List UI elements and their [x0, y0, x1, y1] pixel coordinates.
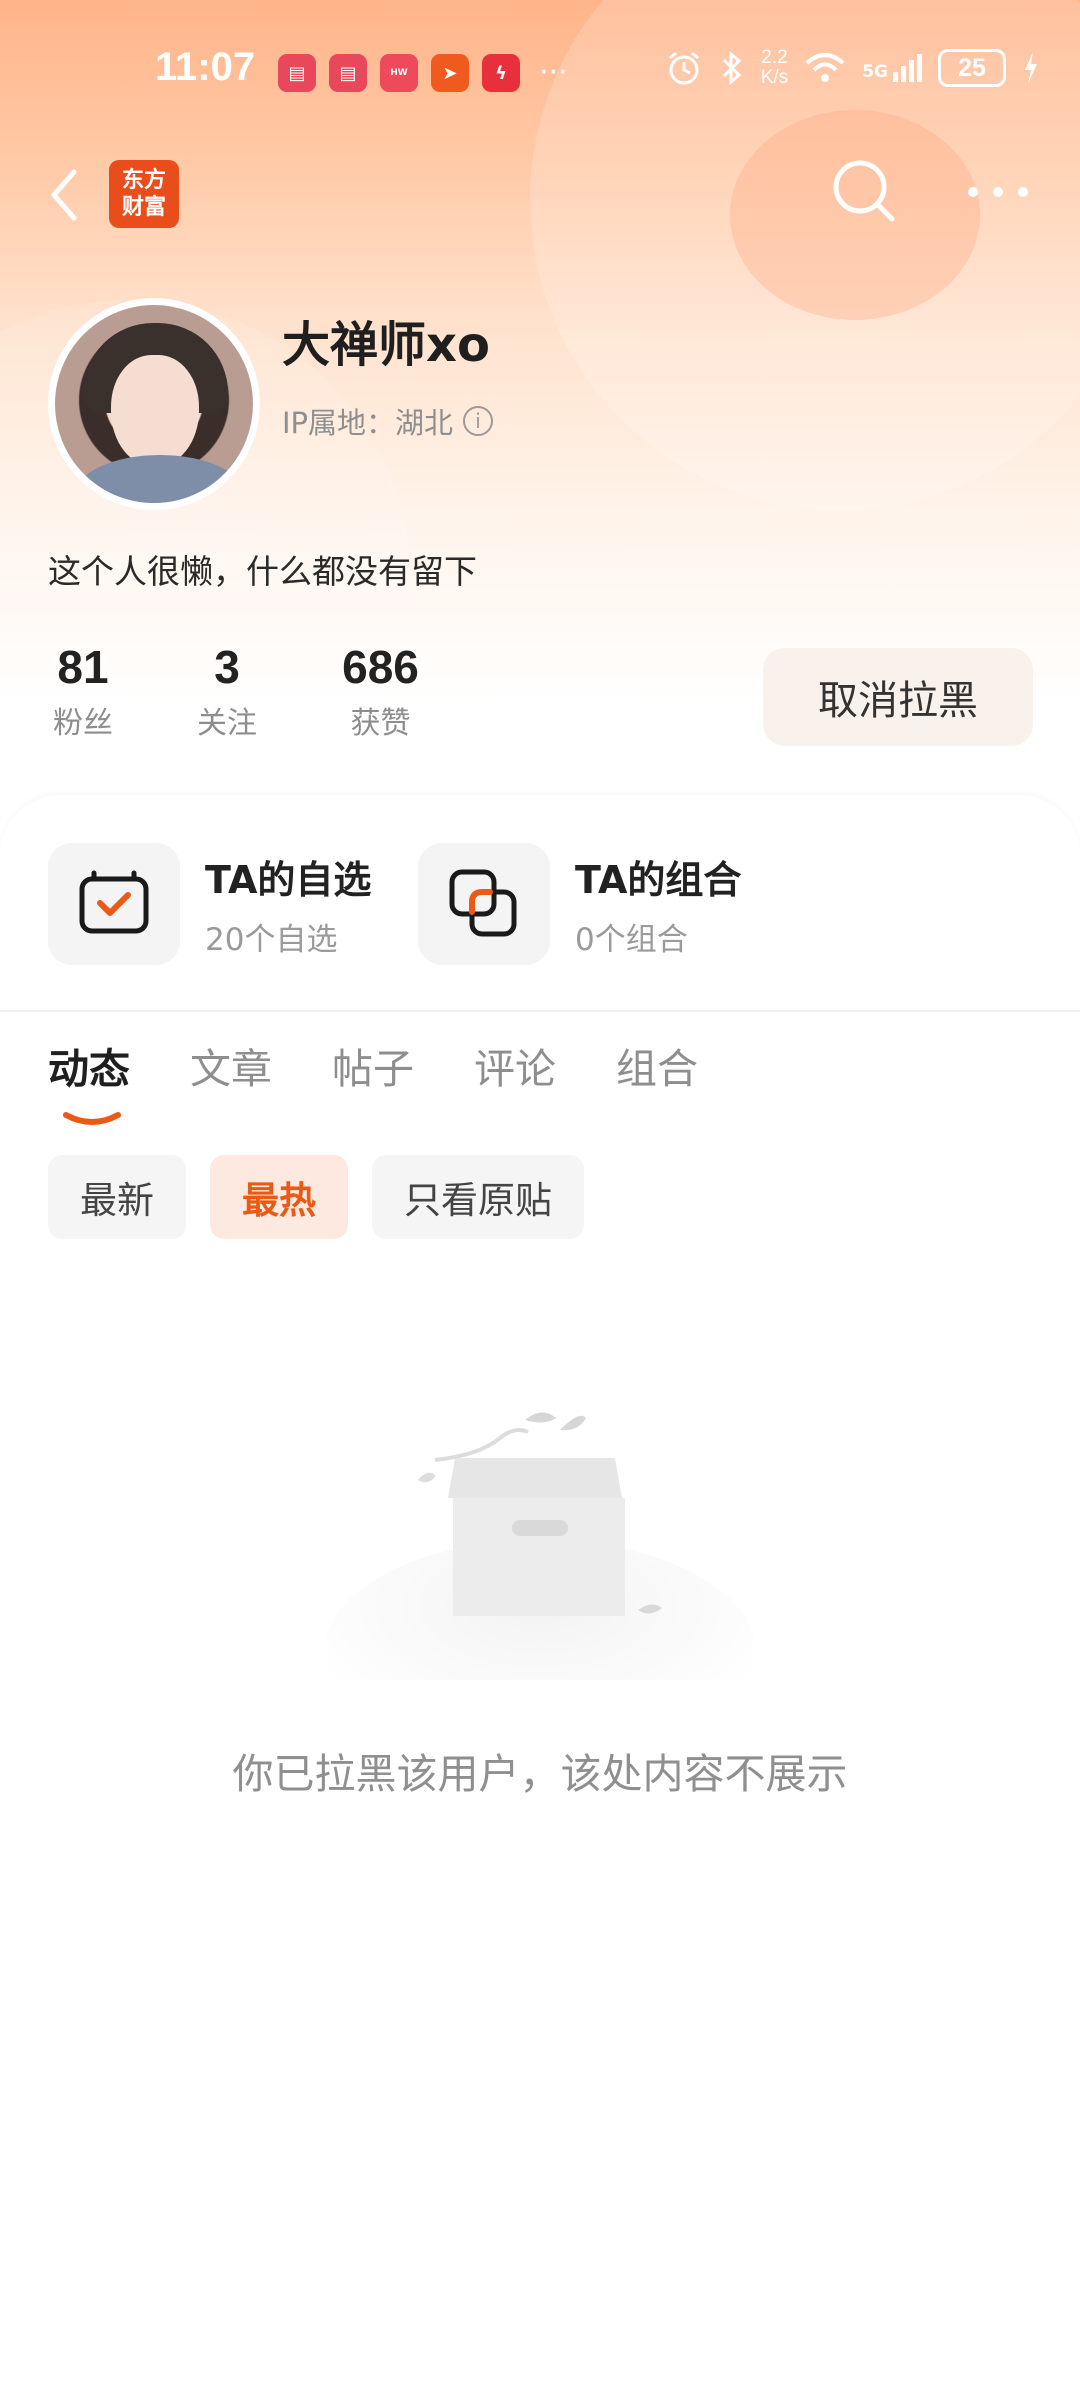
- notification-icons: ▤ ▤ HW ➤ ϟ ···: [278, 54, 568, 92]
- username: 大禅师xo: [282, 317, 490, 373]
- signal-icon: 5G: [862, 54, 922, 82]
- network-speed: 2.2 K/s: [760, 47, 789, 88]
- status-time: 11:07: [155, 45, 256, 89]
- tab-posts[interactable]: 帖子: [332, 1035, 414, 1105]
- system-icons: 2.2 K/s 5G 25: [665, 48, 1040, 88]
- feature-portfolio[interactable]: TA的组合 0个组合: [418, 843, 741, 965]
- paper-plane-icon: ➤: [431, 54, 469, 92]
- active-tab-indicator: [63, 1112, 121, 1125]
- ip-location: IP属地：湖北: [282, 406, 454, 440]
- tab-articles[interactable]: 文章: [190, 1035, 272, 1105]
- book-app-icon: ▤: [329, 54, 367, 92]
- wifi-icon: [805, 53, 845, 82]
- lightning-app-icon: ϟ: [482, 54, 520, 92]
- status-bar: 11:07 ▤ ▤ HW ➤ ϟ ··· 2.2 K/s 5G 25: [0, 0, 1080, 140]
- avatar[interactable]: [48, 298, 260, 510]
- search-button[interactable]: [828, 155, 900, 227]
- huawei-icon: HW: [380, 54, 418, 92]
- search-icon: [833, 160, 895, 222]
- portfolio-icon: [418, 843, 550, 965]
- divider: [0, 1010, 1080, 1012]
- empty-state-message: 你已拉黑该用户，该处内容不展示: [232, 1750, 848, 1798]
- filter-latest[interactable]: 最新: [48, 1155, 186, 1239]
- feature-watchlist[interactable]: TA的自选 20个自选: [48, 843, 371, 965]
- alarm-icon: [668, 51, 699, 85]
- tab-comments[interactable]: 评论: [474, 1035, 556, 1105]
- tab-dynamics[interactable]: 动态: [48, 1035, 130, 1125]
- back-button[interactable]: [42, 160, 92, 230]
- book-app-icon: ▤: [278, 54, 316, 92]
- bio: 这个人很懒，什么都没有留下: [48, 552, 477, 591]
- tab-portfolios[interactable]: 组合: [616, 1035, 698, 1105]
- stat-following[interactable]: 3 关注: [192, 640, 262, 742]
- battery-indicator: 25: [938, 49, 1006, 87]
- watchlist-icon: [48, 843, 180, 965]
- more-options-button[interactable]: [963, 175, 1033, 210]
- chevron-left-icon: [51, 169, 77, 221]
- filter-original-only[interactable]: 只看原贴: [372, 1155, 584, 1239]
- more-dots-icon: [968, 187, 1028, 197]
- ip-location-row: IP属地：湖北 i: [282, 400, 494, 442]
- filter-hot[interactable]: 最热: [210, 1155, 348, 1239]
- more-notifications-icon: ···: [539, 55, 568, 90]
- stat-likes[interactable]: 686 获赞: [333, 640, 428, 742]
- filter-bar: 最新 最热 只看原贴: [48, 1155, 584, 1239]
- charging-icon: [1025, 52, 1037, 84]
- empty-box-illustration: [325, 1412, 755, 1680]
- bluetooth-icon: [722, 50, 741, 86]
- tab-bar: 动态 文章 帖子 评论 组合: [48, 1035, 698, 1125]
- unblock-button[interactable]: 取消拉黑: [763, 648, 1033, 746]
- app-logo[interactable]: 东方 财富: [109, 160, 179, 228]
- stat-followers[interactable]: 81 粉丝: [48, 640, 118, 742]
- info-icon[interactable]: i: [463, 406, 494, 436]
